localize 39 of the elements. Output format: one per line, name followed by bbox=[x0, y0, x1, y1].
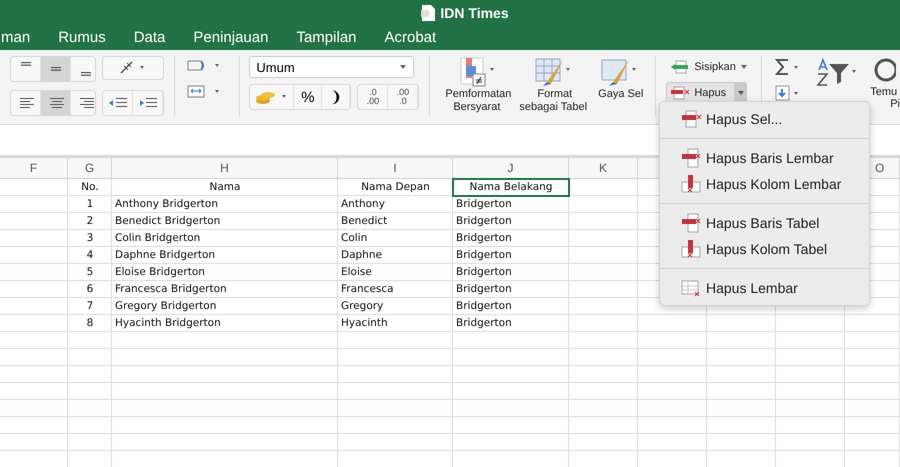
table-cell: Nama Belakang bbox=[453, 179, 569, 196]
table-cell-text: Anthony Bridgerton bbox=[114, 197, 219, 212]
table-cell-text: Bridgerton bbox=[455, 231, 513, 246]
table-cell-text: 5 bbox=[86, 265, 94, 280]
table-cell-text: Nama bbox=[208, 180, 242, 195]
table-cell-text: Anthony bbox=[340, 197, 386, 212]
table-cell-text: Eloise bbox=[340, 265, 373, 280]
table-cell-text: Colin bbox=[340, 231, 368, 246]
table-cell-text: Nama Depan bbox=[360, 180, 431, 195]
table-cell-text: Daphne Bridgerton bbox=[114, 248, 216, 263]
table-cell-text: Bridgerton bbox=[455, 214, 513, 229]
table-cell-text: Bridgerton bbox=[455, 197, 513, 212]
table-cell-text: 4 bbox=[86, 248, 94, 263]
table-cell-text: Colin Bridgerton bbox=[114, 231, 202, 246]
table-cell-text: 8 bbox=[86, 316, 94, 331]
table-cell-text: 1 bbox=[86, 197, 94, 212]
table-cell-text: No. bbox=[80, 180, 100, 195]
table-cell-text: Bridgerton bbox=[455, 316, 513, 331]
table-cell-text: Eloise Bridgerton bbox=[114, 265, 206, 280]
table-cell-text: Benedict Bridgerton bbox=[114, 214, 222, 229]
table-cell-text: 2 bbox=[86, 214, 94, 229]
table-cell-text: Bridgerton bbox=[455, 248, 513, 263]
table-cell-text: Francesca Bridgerton bbox=[114, 282, 228, 297]
table-cell-text: Bridgerton bbox=[455, 265, 513, 280]
table-cell-text: Hyacinth bbox=[340, 316, 389, 331]
table-cell-text: Bridgerton bbox=[455, 282, 513, 297]
table-cell-text: Gregory Bridgerton bbox=[114, 299, 218, 314]
table-cell-text: Benedict bbox=[340, 214, 388, 229]
table-cell-text: 6 bbox=[86, 282, 94, 297]
table-cell-text: Daphne bbox=[340, 248, 383, 263]
table-cell-text: Hyacinth Bridgerton bbox=[114, 316, 222, 331]
table-cell-text: Bridgerton bbox=[455, 299, 513, 314]
table-cell-text: Francesca bbox=[340, 282, 395, 297]
table-cell-text: 7 bbox=[86, 299, 94, 314]
find-select-label: Temu bbox=[870, 86, 898, 98]
find-select-label: Pi bbox=[889, 98, 900, 110]
table-cell-text: Gregory bbox=[340, 299, 384, 314]
table-cell-text: 3 bbox=[86, 231, 94, 246]
window-title: IDN Times bbox=[440, 4, 509, 20]
